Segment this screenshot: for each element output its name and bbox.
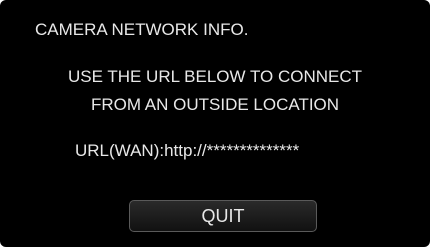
instruction-line-2: FROM AN OUTSIDE LOCATION: [90, 95, 340, 114]
instruction-line-1: USE THE URL BELOW TO CONNECT: [67, 67, 363, 86]
camera-network-info-screen: CAMERA NETWORK INFO. USE THE URL BELOW T…: [0, 0, 430, 247]
quit-button[interactable]: QUIT: [129, 200, 317, 232]
wan-url-text: URL(WAN):http://**************: [75, 141, 300, 160]
screen-title: CAMERA NETWORK INFO.: [35, 20, 249, 39]
